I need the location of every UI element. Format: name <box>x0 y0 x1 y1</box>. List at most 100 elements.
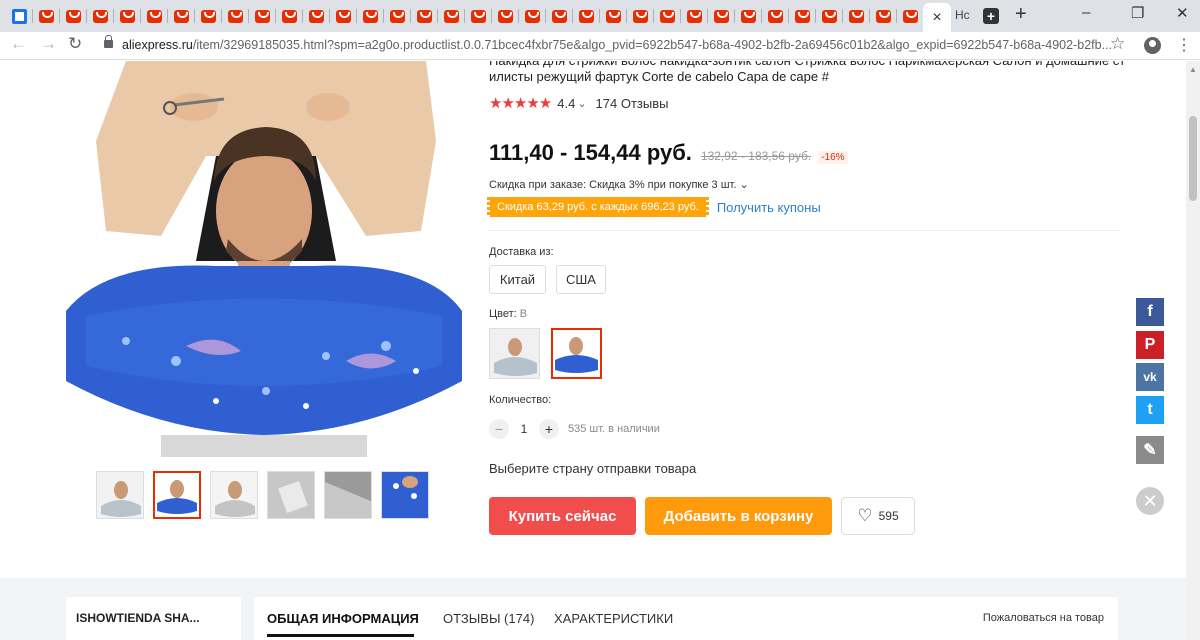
quantity-input[interactable]: 1 <box>509 422 539 436</box>
tab-aliexpress[interactable] <box>654 4 681 28</box>
thumbnail-4[interactable] <box>267 471 315 519</box>
thumbnail-5[interactable] <box>324 471 372 519</box>
main-product-image[interactable] <box>66 61 462 457</box>
color-options <box>489 328 602 379</box>
tab-aliexpress[interactable] <box>762 4 789 28</box>
tab-aliexpress[interactable] <box>681 4 708 28</box>
tab-favicon-plus-icon[interactable]: + <box>983 8 999 24</box>
scroll-up-arrow-icon[interactable]: ▲ <box>1189 65 1197 74</box>
tab-aliexpress[interactable] <box>897 4 924 28</box>
arrow-right-icon[interactable]: → <box>40 34 57 54</box>
facebook-glyph: f <box>1147 303 1153 320</box>
account-icon[interactable] <box>1144 37 1161 54</box>
ship-from-usa[interactable]: США <box>556 265 606 294</box>
arrow-left-icon[interactable]: ← <box>10 34 27 54</box>
vk-icon[interactable]: vk <box>1136 363 1164 391</box>
thumbnail-1[interactable] <box>96 471 144 519</box>
kebab-menu-icon[interactable]: ⋮ <box>1176 35 1192 55</box>
tab-aliexpress[interactable] <box>303 4 330 28</box>
twitter-icon[interactable]: t <box>1136 396 1164 424</box>
aliexpress-favicon-icon <box>525 9 540 23</box>
color-swatch-a[interactable] <box>489 328 540 379</box>
active-tab-close-button[interactable]: × <box>923 3 951 32</box>
scroll-thumb[interactable] <box>1189 116 1197 201</box>
thumbnail-6[interactable] <box>381 471 429 519</box>
tab-aliexpress[interactable] <box>168 4 195 28</box>
tab-aliexpress[interactable] <box>87 4 114 28</box>
ship-from-china[interactable]: Китай <box>489 265 546 294</box>
tab-aliexpress[interactable] <box>357 4 384 28</box>
new-tab-button[interactable]: + <box>1015 3 1027 26</box>
tab-reviews[interactable]: ОТЗЫВЫ (174) <box>443 611 534 626</box>
star-icon[interactable]: ☆ <box>1110 34 1125 54</box>
facebook-icon[interactable]: f <box>1136 298 1164 326</box>
tab-aliexpress[interactable] <box>843 4 870 28</box>
reviews-link[interactable]: 174 Отзывы <box>596 96 669 111</box>
tab-aliexpress[interactable] <box>816 4 843 28</box>
tab-aliexpress[interactable] <box>573 4 600 28</box>
aliexpress-favicon-icon <box>444 9 459 23</box>
url-path: /item/32969185035.html?spm=a2g0o.product… <box>192 38 1112 52</box>
ship-country-prompt[interactable]: Выберите страну отправки товара <box>489 461 696 476</box>
tab-aliexpress[interactable] <box>411 4 438 28</box>
aliexpress-favicon-icon <box>39 9 54 23</box>
color-swatch-b[interactable] <box>551 328 602 379</box>
tab-aliexpress[interactable] <box>735 4 762 28</box>
tab-aliexpress[interactable] <box>195 4 222 28</box>
quantity-increase-button[interactable]: + <box>539 419 559 439</box>
minimize-button[interactable]: – <box>1082 4 1090 21</box>
tab-general-info[interactable]: ОБЩАЯ ИНФОРМАЦИЯ <box>267 611 419 626</box>
tab-aliexpress[interactable] <box>519 4 546 28</box>
reload-icon[interactable]: ↻ <box>68 34 82 54</box>
close-window-button[interactable]: ✕ <box>1176 4 1189 22</box>
tab-aliexpress[interactable] <box>789 4 816 28</box>
tab-aliexpress[interactable] <box>627 4 654 28</box>
tab-aliexpress[interactable] <box>384 4 411 28</box>
tab-partial-title[interactable]: Нс <box>955 8 970 22</box>
thumbnail-2[interactable] <box>153 471 201 519</box>
browser-toolbar: ← → ↻ aliexpress.ru/item/32969185035.htm… <box>0 32 1200 60</box>
aliexpress-favicon-icon <box>795 9 810 23</box>
page-scrollbar[interactable]: ▲ <box>1186 61 1200 640</box>
tab-aliexpress[interactable] <box>33 4 60 28</box>
tab-aliexpress[interactable] <box>438 4 465 28</box>
tab-aliexpress[interactable] <box>249 4 276 28</box>
tab-aliexpress[interactable] <box>870 4 897 28</box>
tab-aliexpress[interactable] <box>222 4 249 28</box>
tab-image-favicon[interactable] <box>6 4 33 28</box>
tab-aliexpress[interactable] <box>141 4 168 28</box>
tab-aliexpress[interactable] <box>465 4 492 28</box>
thumbnail-strip <box>96 471 429 519</box>
close-icon[interactable]: ✕ <box>1136 487 1164 515</box>
wishlist-button[interactable]: ♡ 595 <box>841 497 915 535</box>
pinterest-icon[interactable]: P <box>1136 331 1164 359</box>
tab-specifications[interactable]: ХАРАКТЕРИСТИКИ <box>554 611 673 626</box>
tab-aliexpress[interactable] <box>60 4 87 28</box>
chevron-down-icon[interactable]: ⌄ <box>577 97 586 110</box>
get-coupons-link[interactable]: Получить купоны <box>717 200 821 215</box>
tab-aliexpress[interactable] <box>114 4 141 28</box>
order-discount[interactable]: Скидка при заказе: Скидка 3% при покупке… <box>489 178 749 191</box>
tab-aliexpress[interactable] <box>330 4 357 28</box>
buy-now-button[interactable]: Купить сейчас <box>489 497 636 535</box>
thumbnail-3[interactable] <box>210 471 258 519</box>
report-item-link[interactable]: Пожаловаться на товар <box>983 612 1104 624</box>
add-to-cart-button[interactable]: Добавить в корзину <box>645 497 832 535</box>
stock-count: 535 шт. в наличии <box>568 423 660 435</box>
aliexpress-favicon-icon <box>363 9 378 23</box>
edit-icon[interactable]: ✎ <box>1136 436 1164 464</box>
tab-aliexpress[interactable] <box>600 4 627 28</box>
tab-aliexpress[interactable] <box>546 4 573 28</box>
store-card[interactable]: ISHOWTIENDA SHA... <box>66 597 241 640</box>
tab-aliexpress[interactable] <box>276 4 303 28</box>
aliexpress-favicon-icon <box>174 9 189 23</box>
tab-aliexpress[interactable] <box>492 4 519 28</box>
lock-icon[interactable] <box>104 35 113 48</box>
tab-aliexpress[interactable] <box>708 4 735 28</box>
address-bar[interactable]: aliexpress.ru/item/32969185035.html?spm=… <box>122 38 1112 52</box>
ship-from-label: Доставка из: <box>489 246 554 258</box>
restore-button[interactable]: ❐ <box>1131 4 1144 22</box>
rating-value[interactable]: 4.4 <box>557 96 575 111</box>
quantity-decrease-button[interactable]: − <box>489 419 509 439</box>
aliexpress-favicon-icon <box>498 9 513 23</box>
